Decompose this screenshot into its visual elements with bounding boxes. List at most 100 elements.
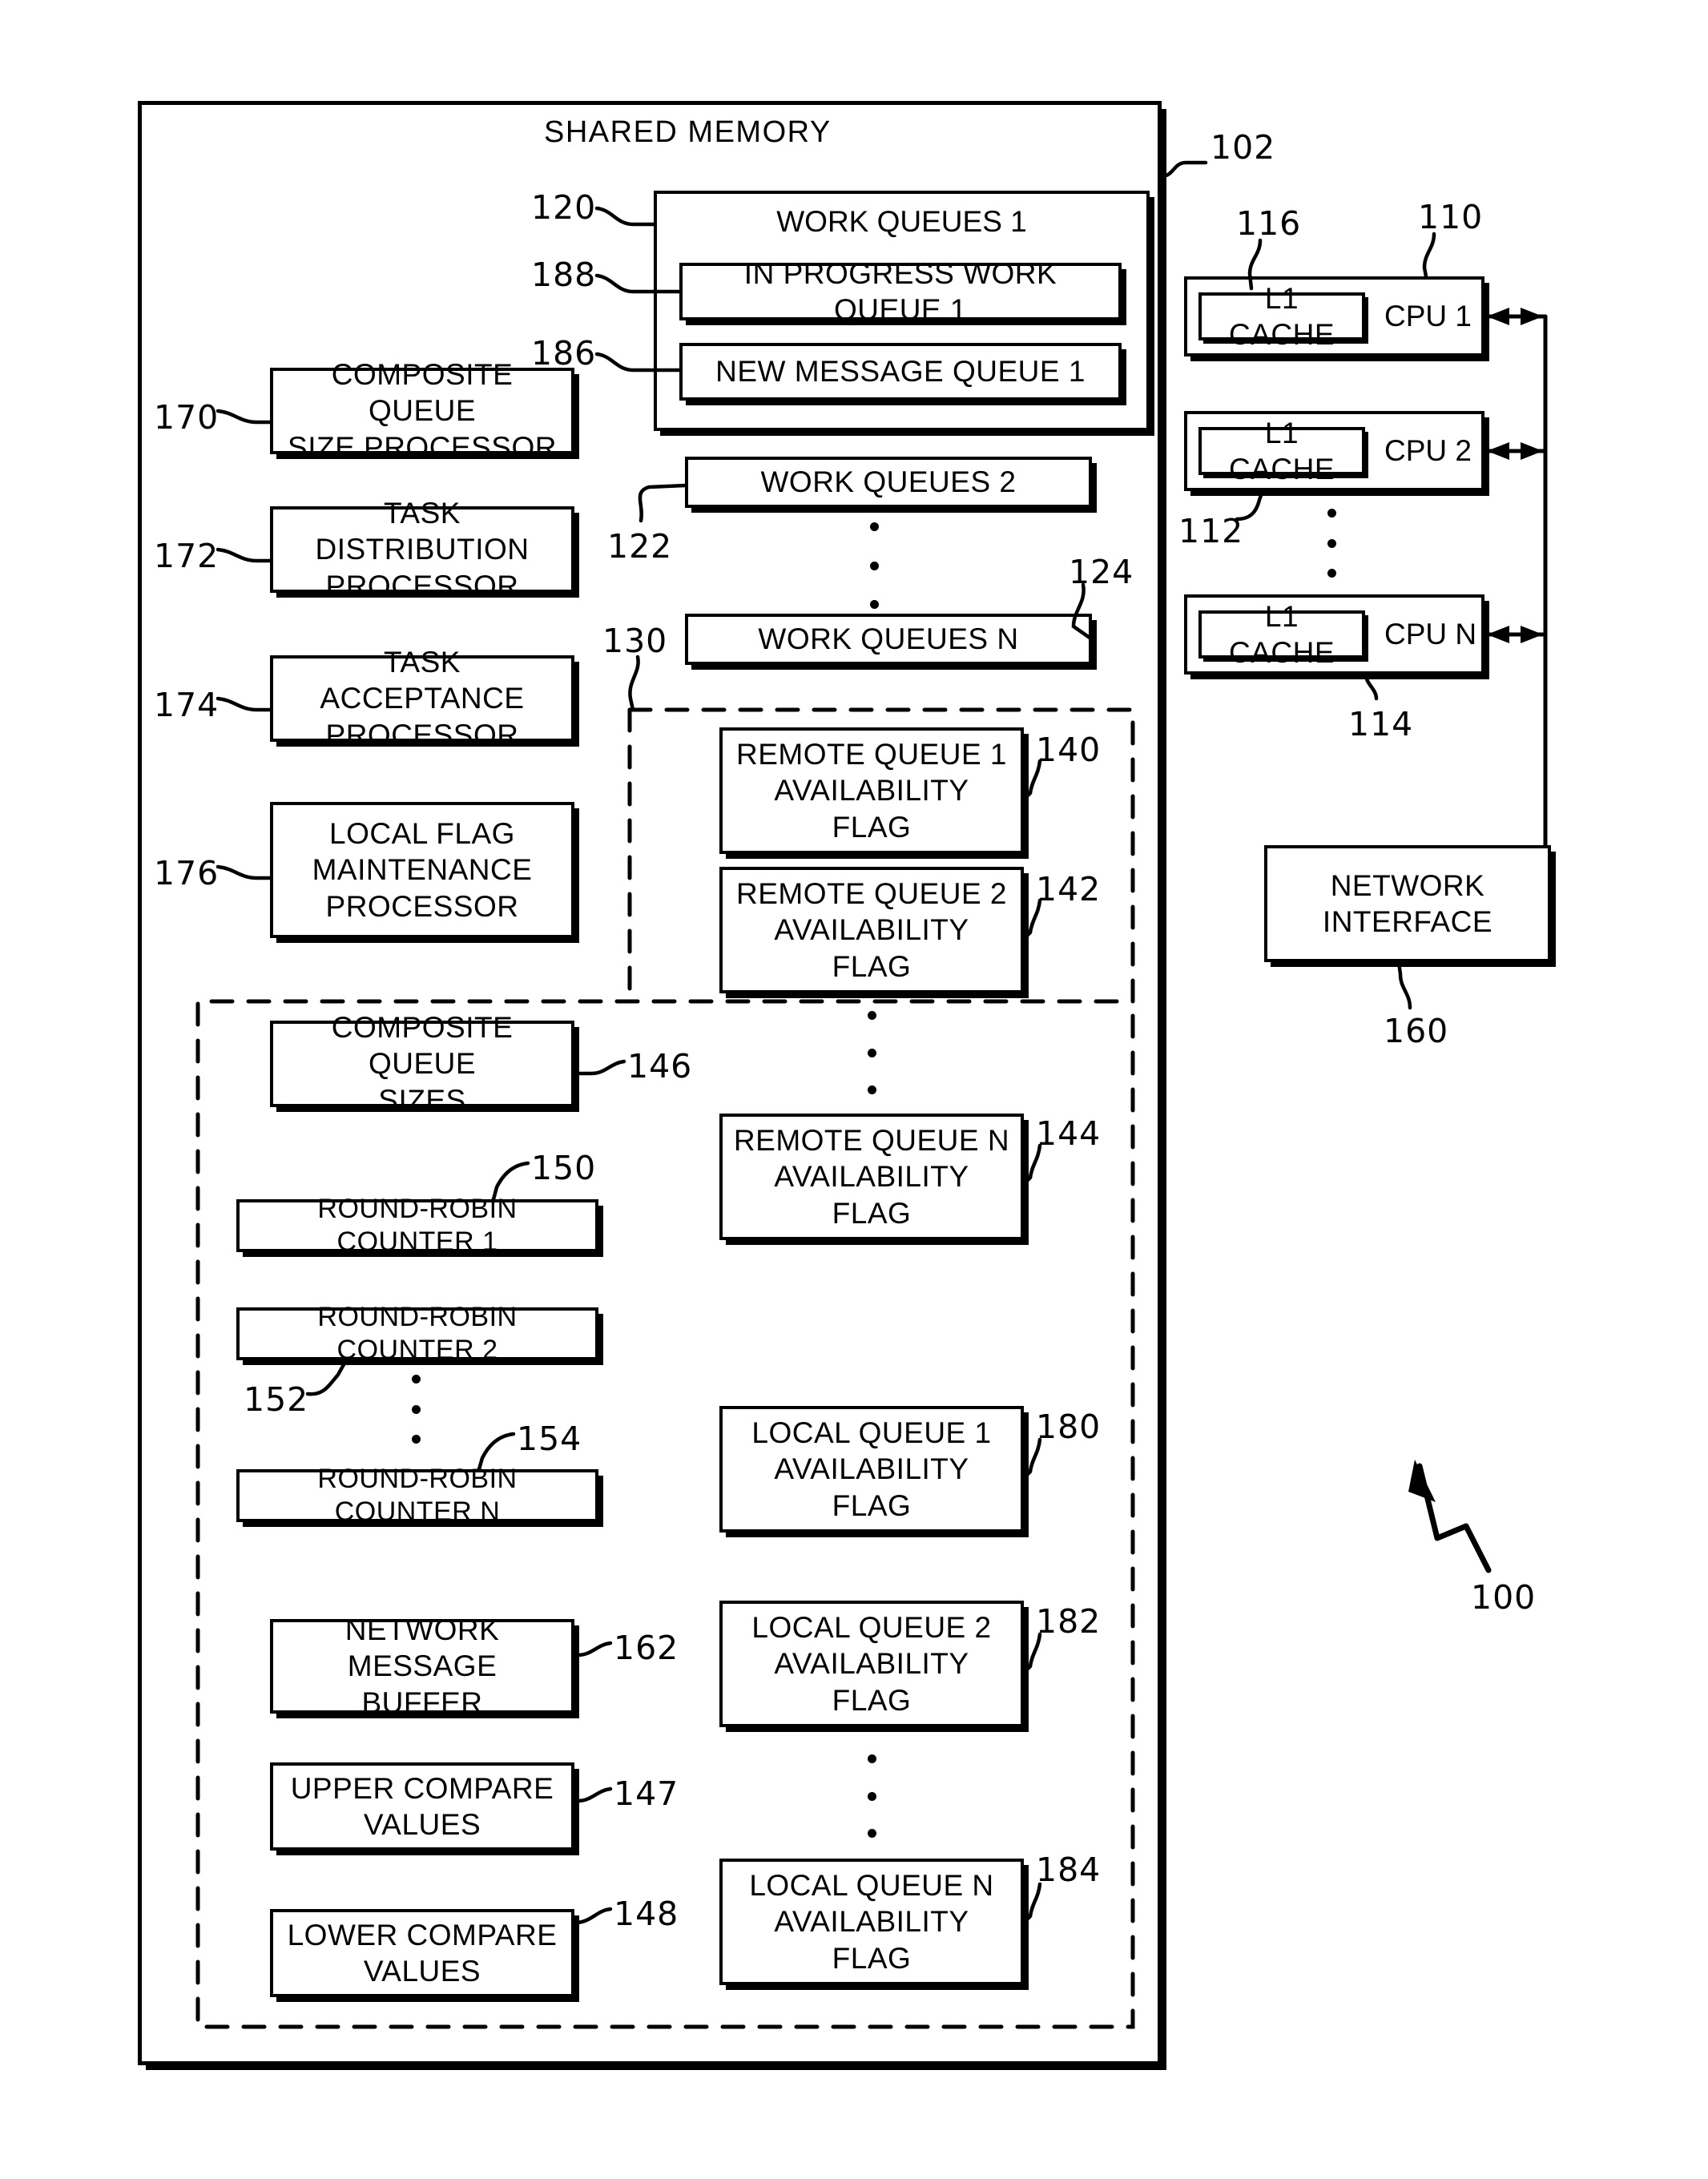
l1-cache-2-box: L1 CACHE	[1198, 417, 1365, 485]
leader-160	[1396, 960, 1412, 1010]
composite-queue-sizes-label: COMPOSITE QUEUE SIZES	[331, 1011, 514, 1117]
work-queues-2-label: WORK QUEUES 2	[760, 465, 1017, 499]
ref-110: 110	[1418, 198, 1484, 236]
work-queues-n-label: WORK QUEUES N	[758, 622, 1019, 656]
round-robin-counter-1-box: ROUND-ROBIN COUNTER 1	[236, 1194, 598, 1257]
remote-flags-ellipsis	[868, 1011, 876, 1094]
ref-144: 144	[1036, 1114, 1102, 1153]
remote-queue-2-availability-flag-box: REMOTE QUEUE 2 AVAILABILITY FLAG	[719, 867, 1024, 993]
network-interface-box: NETWORK INTERFACE	[1264, 845, 1551, 962]
round-robin-counter-2-label: ROUND-ROBIN COUNTER 2	[317, 1301, 518, 1365]
ref-184: 184	[1036, 1851, 1102, 1889]
cpu-1-box: L1 CACHE CPU 1	[1184, 276, 1484, 356]
ref-180: 180	[1036, 1408, 1102, 1446]
ref-182: 182	[1036, 1602, 1102, 1641]
ref-172: 172	[154, 537, 220, 575]
task-distribution-processor-label: TASK DISTRIBUTION PROCESSOR	[315, 497, 530, 602]
local-queue-n-availability-flag-box: LOCAL QUEUE N AVAILABILITY FLAG	[719, 1859, 1024, 1985]
l1-cache-2-label: L1 CACHE	[1228, 416, 1335, 485]
task-acceptance-processor-label: TASK ACCEPTANCE PROCESSOR	[320, 646, 525, 751]
remote-queue-1-availability-flag-label: REMOTE QUEUE 1 AVAILABILITY FLAG	[736, 738, 1007, 844]
l1-cache-n-box: L1 CACHE	[1198, 600, 1365, 669]
l1-cache-1-box: L1 CACHE	[1198, 282, 1365, 351]
ref-170: 170	[154, 398, 220, 437]
ref-176: 176	[154, 854, 220, 892]
system-ref-arrow	[1416, 1463, 1492, 1573]
ref-112: 112	[1178, 512, 1244, 550]
task-distribution-processor-box: TASK DISTRIBUTION PROCESSOR	[270, 497, 574, 602]
round-robin-counter-1-label: ROUND-ROBIN COUNTER 1	[317, 1193, 518, 1257]
patent-figure: SHARED MEMORY WORK QUEUES 1 IN PROGRESS …	[0, 0, 1708, 2179]
round-robin-counter-n-label: ROUND-ROBIN COUNTER N	[317, 1463, 518, 1527]
cpu1-arrow-left	[1487, 308, 1509, 325]
work-queues-2-box: WORK QUEUES 2	[685, 457, 1092, 508]
local-flag-maintenance-processor-box: LOCAL FLAG MAINTENANCE PROCESSOR	[270, 802, 574, 938]
network-message-buffer-box: NETWORK MESSAGE BUFFER	[270, 1613, 574, 1719]
ref-100: 100	[1471, 1578, 1537, 1617]
ref-146: 146	[627, 1047, 693, 1085]
ref-174: 174	[154, 686, 220, 724]
ref-122: 122	[607, 527, 673, 566]
round-robin-ellipsis	[412, 1375, 421, 1444]
composite-queue-sizes-box: COMPOSITE QUEUE SIZES	[270, 1011, 574, 1117]
ref-142: 142	[1036, 870, 1102, 908]
local-queue-1-availability-flag-label: LOCAL QUEUE 1 AVAILABILITY FLAG	[751, 1416, 992, 1522]
in-progress-work-queue-1-label: IN PROGRESS WORK QUEUE 1	[743, 256, 1057, 326]
ref-154: 154	[517, 1420, 582, 1458]
local-queue-n-availability-flag-label: LOCAL QUEUE N AVAILABILITY FLAG	[749, 1869, 994, 1975]
ref-148: 148	[614, 1895, 679, 1933]
system-ref-arrowhead	[1408, 1460, 1436, 1502]
work-queues-1-title: WORK QUEUES 1	[776, 205, 1027, 238]
ref-120: 120	[531, 188, 597, 227]
cpun-arrow-left	[1487, 626, 1509, 643]
leader-102	[1159, 160, 1208, 179]
l1-cache-n-label: L1 CACHE	[1228, 599, 1335, 669]
ref-152: 152	[244, 1380, 309, 1419]
ref-114: 114	[1348, 705, 1414, 743]
local-queue-2-availability-flag-label: LOCAL QUEUE 2 AVAILABILITY FLAG	[751, 1611, 992, 1717]
work-queues-ellipsis	[870, 522, 879, 609]
ref-160: 160	[1384, 1012, 1449, 1050]
cpu-2-box: L1 CACHE CPU 2	[1184, 411, 1484, 491]
ref-130: 130	[602, 622, 668, 660]
work-queues-n-box: WORK QUEUES N	[685, 614, 1092, 665]
cpu1-arrow-right	[1521, 308, 1543, 325]
cpu2-arrow-left	[1487, 442, 1509, 460]
new-message-queue-1-box: NEW MESSAGE QUEUE 1	[679, 343, 1122, 401]
remote-queue-n-availability-flag-label: REMOTE QUEUE N AVAILABILITY FLAG	[733, 1124, 1010, 1230]
cpu-1-label: CPU 1	[1384, 300, 1472, 333]
task-acceptance-processor-box: TASK ACCEPTANCE PROCESSOR	[270, 646, 574, 751]
local-queue-2-availability-flag-box: LOCAL QUEUE 2 AVAILABILITY FLAG	[719, 1601, 1024, 1727]
cpun-arrow-right	[1521, 626, 1543, 643]
in-progress-work-queue-1-box: IN PROGRESS WORK QUEUE 1	[679, 257, 1122, 326]
round-robin-counter-n-box: ROUND-ROBIN COUNTER N	[236, 1464, 598, 1527]
upper-compare-values-label: UPPER COMPARE VALUES	[290, 1771, 554, 1841]
upper-compare-values-box: UPPER COMPARE VALUES	[270, 1762, 574, 1851]
shared-memory-caption: SHARED MEMORY	[544, 115, 832, 149]
ref-147: 147	[614, 1774, 679, 1813]
ref-162: 162	[614, 1629, 679, 1667]
network-message-buffer-label: NETWORK MESSAGE BUFFER	[344, 1613, 500, 1719]
ref-188: 188	[531, 256, 597, 294]
local-flag-maintenance-processor-label: LOCAL FLAG MAINTENANCE PROCESSOR	[312, 817, 533, 923]
l1-cache-1-label: L1 CACHE	[1228, 281, 1335, 351]
ref-124: 124	[1069, 553, 1134, 591]
remote-queue-1-availability-flag-box: REMOTE QUEUE 1 AVAILABILITY FLAG	[719, 727, 1024, 854]
leader-110	[1422, 232, 1436, 279]
ref-116: 116	[1236, 204, 1302, 243]
ref-140: 140	[1036, 731, 1102, 769]
round-robin-counter-2-box: ROUND-ROBIN COUNTER 2	[236, 1302, 598, 1365]
local-flags-ellipsis	[868, 1754, 876, 1838]
composite-queue-size-processor-box: COMPOSITE QUEUE SIZE PROCESSOR	[270, 358, 574, 464]
ref-150: 150	[531, 1149, 597, 1187]
ref-102: 102	[1211, 128, 1276, 167]
cpu-n-box: L1 CACHE CPU N	[1184, 594, 1484, 675]
remote-queue-2-availability-flag-label: REMOTE QUEUE 2 AVAILABILITY FLAG	[736, 877, 1007, 983]
network-interface-label: NETWORK INTERFACE	[1322, 868, 1493, 938]
cpu-2-label: CPU 2	[1384, 434, 1472, 468]
remote-queue-n-availability-flag-box: REMOTE QUEUE N AVAILABILITY FLAG	[719, 1114, 1024, 1240]
composite-queue-size-processor-label: COMPOSITE QUEUE SIZE PROCESSOR	[288, 358, 557, 464]
cpu-n-label: CPU N	[1384, 618, 1477, 651]
lower-compare-values-label: LOWER COMPARE VALUES	[287, 1918, 558, 1988]
local-queue-1-availability-flag-box: LOCAL QUEUE 1 AVAILABILITY FLAG	[719, 1406, 1024, 1533]
